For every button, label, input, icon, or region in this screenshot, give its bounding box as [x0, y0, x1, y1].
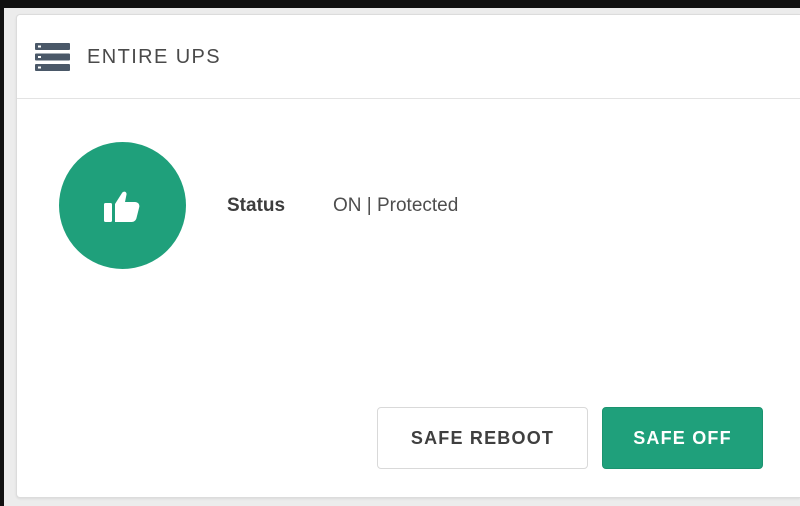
panel-header: ENTIRE UPS — [17, 15, 800, 99]
entire-ups-panel: ENTIRE UPS Status ON | Protected SAFE RE… — [16, 14, 800, 498]
status-label: Status — [227, 195, 286, 216]
server-stack-icon — [35, 43, 70, 71]
window-frame-top — [0, 0, 800, 8]
status-value: ON | Protected — [333, 195, 459, 216]
safe-reboot-button[interactable]: SAFE REBOOT — [377, 407, 588, 469]
panel-title: ENTIRE UPS — [87, 46, 222, 68]
thumbs-up-icon — [103, 191, 139, 222]
safe-off-button[interactable]: SAFE OFF — [602, 407, 763, 469]
window-frame-left — [0, 0, 4, 506]
status-indicator — [59, 142, 186, 269]
